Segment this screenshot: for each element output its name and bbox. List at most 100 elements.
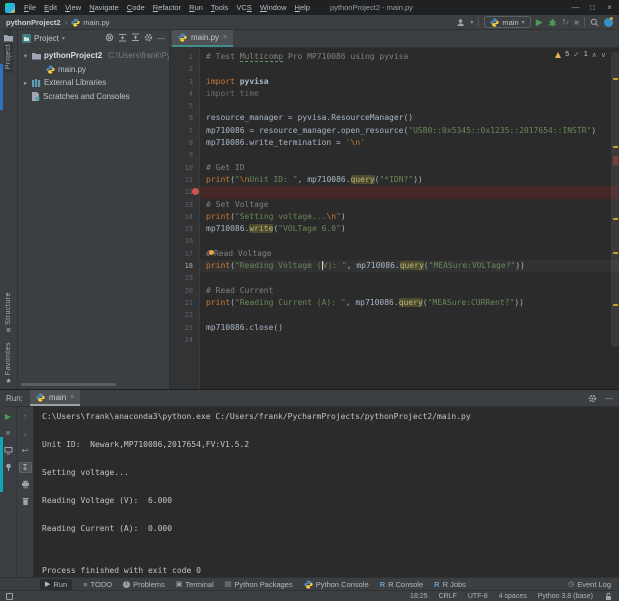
status-item-18-25[interactable]: 18:25 — [410, 593, 428, 600]
monitor-icon[interactable] — [2, 445, 15, 456]
breadcrumb-project[interactable]: pythonProject2 — [6, 18, 61, 27]
code-line-21[interactable]: 21print("Reading Current (A): ", mp71008… — [170, 297, 619, 309]
line-number[interactable]: 4 — [170, 88, 200, 100]
line-number[interactable]: 18 — [170, 260, 200, 272]
code-line-23[interactable]: 23mp710086.close() — [170, 322, 619, 334]
next-issue-icon[interactable]: ∨ — [601, 51, 606, 59]
tool-window-toggle-icon[interactable] — [6, 593, 13, 600]
rerun-disabled-icon[interactable]: ↻ — [562, 17, 570, 28]
line-number[interactable]: 6 — [170, 112, 200, 124]
tree-item-main-py[interactable]: main.py — [18, 63, 169, 77]
stop-disabled-icon[interactable]: ■ — [574, 18, 579, 27]
up-icon[interactable]: ↑ — [19, 411, 32, 422]
line-number[interactable]: 17 — [170, 248, 200, 260]
code-line-7[interactable]: 7mp710086 = resource_manager.open_resour… — [170, 125, 619, 137]
menu-tools[interactable]: Tools — [207, 3, 233, 12]
line-number[interactable]: 19 — [170, 272, 200, 284]
hide-icon[interactable]: — — [157, 34, 165, 43]
run-button[interactable]: ▶ — [536, 17, 543, 28]
line-number[interactable]: 7 — [170, 125, 200, 137]
scroll-end-icon[interactable]: ↧ — [19, 462, 32, 473]
event-log-button[interactable]: ◷ Event Log — [568, 580, 611, 589]
debug-bug-icon[interactable] — [548, 18, 557, 27]
code-line-19[interactable]: 19 — [170, 272, 619, 284]
menu-file[interactable]: File — [20, 3, 40, 12]
expand-all-icon[interactable] — [118, 33, 127, 44]
code-line-20[interactable]: 20# Read Current — [170, 285, 619, 297]
tool-window-button-run[interactable]: ▶Run — [40, 579, 72, 590]
breakpoint-stripe-mark[interactable] — [613, 156, 618, 165]
line-number[interactable]: 14 — [170, 211, 200, 223]
menu-refactor[interactable]: Refactor — [149, 3, 185, 12]
code-line-22[interactable]: 22 — [170, 309, 619, 321]
down-icon[interactable]: ↓ — [19, 428, 32, 439]
code-line-4[interactable]: 4import time — [170, 88, 619, 100]
status-item-python-3-8-base-[interactable]: Python 3.8 (base) — [538, 593, 593, 600]
code-line-1[interactable]: 1# Test Multicomp Pro MP710086 using pyv… — [170, 51, 619, 63]
locate-icon[interactable] — [105, 33, 114, 44]
line-number[interactable]: 16 — [170, 235, 200, 247]
chevron-down-icon[interactable]: ▾ — [22, 52, 29, 60]
search-icon[interactable] — [590, 18, 599, 27]
tool-window-button-python-console[interactable]: Python Console — [304, 580, 369, 589]
minimize-button[interactable]: — — [568, 3, 583, 12]
line-number[interactable]: 1 — [170, 51, 200, 63]
ide-updates-icon[interactable] — [604, 18, 613, 27]
tool-window-button-todo[interactable]: ≡TODO — [83, 580, 112, 589]
line-number[interactable]: 20 — [170, 285, 200, 297]
line-number[interactable]: 5 — [170, 100, 200, 112]
menu-run[interactable]: Run — [185, 3, 207, 12]
menu-help[interactable]: Help — [291, 3, 314, 12]
code-line-13[interactable]: 13# Set Voltage — [170, 199, 619, 211]
code-line-14[interactable]: 14print("Setting voltage...\n") — [170, 211, 619, 223]
rerun-icon[interactable]: ▶ — [2, 411, 15, 422]
line-number[interactable]: 22 — [170, 309, 200, 321]
breakpoint-icon[interactable] — [192, 188, 199, 195]
tool-window-button-r-jobs[interactable]: RR Jobs — [434, 580, 466, 589]
close-tab-icon[interactable]: × — [223, 34, 227, 41]
code-line-8[interactable]: 8mp710086.write_termination = '\n' — [170, 137, 619, 149]
code-editor[interactable]: 1# Test Multicomp Pro MP710086 using pyv… — [170, 48, 619, 389]
code-line-15[interactable]: 15mp710086.write("VOLTage 6.0") — [170, 223, 619, 235]
profile-dropdown-icon[interactable] — [456, 18, 465, 27]
status-item-utf-8[interactable]: UTF-8 — [468, 593, 488, 600]
tool-window-button-terminal[interactable]: ▣Terminal — [176, 580, 214, 589]
error-stripe[interactable] — [611, 48, 619, 389]
run-tab-main[interactable]: main × — [30, 390, 80, 406]
tool-window-button-problems[interactable]: !Problems — [123, 580, 165, 589]
chevron-right-icon[interactable]: ▸ — [22, 79, 29, 87]
lock-icon[interactable] — [604, 592, 613, 601]
inspections-widget[interactable]: 5 ✓ 1 ∧ ∨ — [555, 50, 606, 59]
tool-window-tab-favorites[interactable]: Favorites ★ — [5, 338, 12, 389]
horizontal-scrollbar[interactable] — [21, 383, 116, 386]
line-number[interactable]: 23 — [170, 322, 200, 334]
tree-item-external-libraries[interactable]: ▸External Libraries — [18, 76, 169, 90]
menu-edit[interactable]: Edit — [40, 3, 61, 12]
clear-icon[interactable] — [19, 496, 32, 507]
warning-stripe-mark[interactable] — [613, 218, 618, 220]
code-line-12[interactable]: 12 — [170, 186, 619, 198]
line-number[interactable]: 8 — [170, 137, 200, 149]
code-line-17[interactable]: 17#Read Voltage — [170, 248, 619, 260]
menu-view[interactable]: View — [61, 3, 85, 12]
close-tab-icon[interactable]: × — [70, 394, 74, 401]
code-line-24[interactable]: 24 — [170, 334, 619, 346]
warning-stripe-mark[interactable] — [613, 304, 618, 306]
line-number[interactable]: 9 — [170, 149, 200, 161]
menu-navigate[interactable]: Navigate — [85, 3, 123, 12]
code-line-6[interactable]: 6resource_manager = pyvisa.ResourceManag… — [170, 112, 619, 124]
editor-scrollbar[interactable] — [611, 52, 619, 347]
tool-window-tab-project[interactable]: Project — [4, 30, 13, 73]
settings-icon[interactable] — [144, 33, 153, 44]
code-line-5[interactable]: 5 — [170, 100, 619, 112]
tool-window-tab-structure[interactable]: Structure ≣ — [5, 288, 12, 338]
stop-icon[interactable]: ■ — [2, 428, 15, 439]
line-number[interactable]: 2 — [170, 63, 200, 75]
line-number[interactable]: 24 — [170, 334, 200, 346]
status-item-4-spaces[interactable]: 4 spaces — [499, 593, 527, 600]
code-line-9[interactable]: 9 — [170, 149, 619, 161]
tree-item-scratches-and-consoles[interactable]: Scratches and Consoles — [18, 90, 169, 104]
soft-wrap-icon[interactable]: ↩ — [19, 445, 32, 456]
menu-window[interactable]: Window — [256, 3, 291, 12]
hide-panel-icon[interactable]: — — [605, 394, 613, 403]
